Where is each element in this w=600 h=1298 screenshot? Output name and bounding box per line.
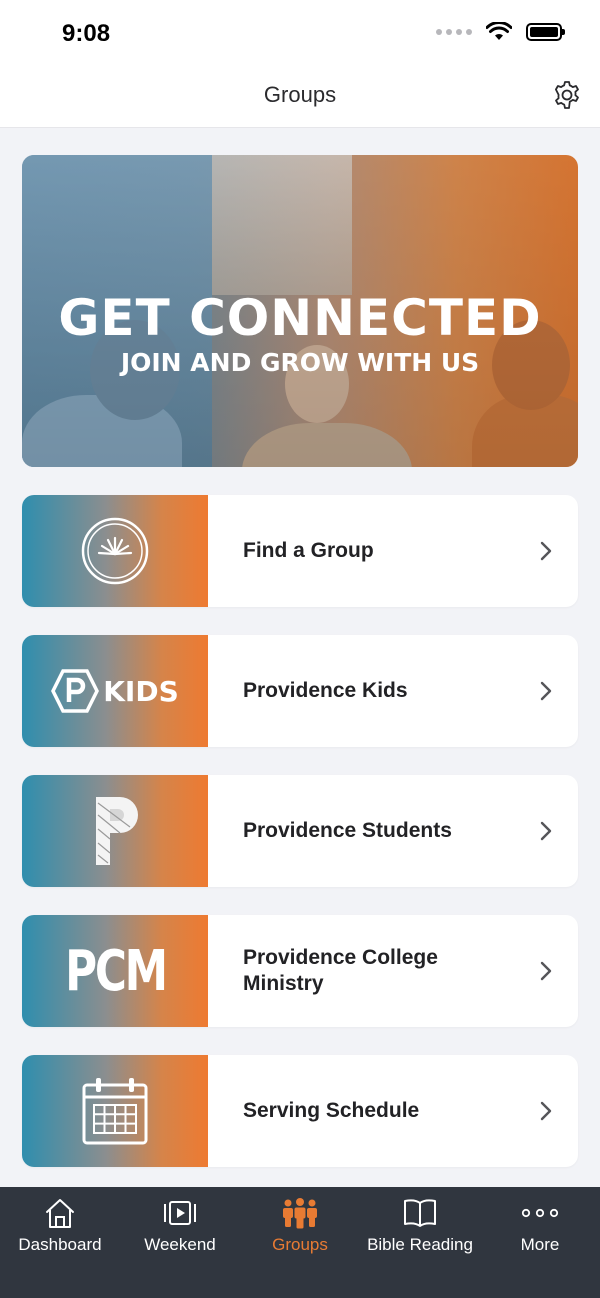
pcm-logo-icon: PCM bbox=[64, 938, 168, 1004]
more-dots-icon bbox=[521, 1208, 559, 1218]
providence-students-card[interactable]: Providence Students bbox=[22, 775, 578, 887]
serving-schedule-thumbnail bbox=[22, 1055, 208, 1167]
tab-label: Weekend bbox=[144, 1235, 216, 1254]
open-book-icon bbox=[404, 1199, 436, 1227]
chevron-right-icon bbox=[540, 541, 552, 561]
p-students-logo-icon bbox=[96, 797, 138, 865]
serving-schedule-card[interactable]: Serving Schedule bbox=[22, 1055, 578, 1167]
tab-more[interactable]: More bbox=[480, 1187, 600, 1298]
find-a-group-card[interactable]: Find a Group bbox=[22, 495, 578, 607]
gear-icon bbox=[555, 81, 579, 109]
card-label: Providence College Ministry bbox=[243, 946, 438, 995]
tab-groups[interactable]: Groups bbox=[240, 1187, 360, 1298]
tab-dashboard[interactable]: Dashboard bbox=[0, 1187, 120, 1298]
wifi-icon bbox=[486, 22, 512, 40]
home-icon bbox=[46, 1199, 74, 1228]
p-kids-logo-icon: KIDS bbox=[51, 668, 179, 714]
page-title: Groups bbox=[263, 82, 337, 107]
card-label: Providence Kids bbox=[243, 679, 408, 702]
chevron-right-icon bbox=[540, 1101, 552, 1121]
tab-label: Groups bbox=[272, 1235, 328, 1254]
providence-college-ministry-thumbnail: PCM bbox=[22, 915, 208, 1027]
tab-bible-reading[interactable]: Bible Reading bbox=[360, 1187, 480, 1298]
get-connected-banner[interactable]: GET CONNECTED JOIN AND GROW WITH US bbox=[22, 155, 578, 467]
chevron-right-icon bbox=[540, 821, 552, 841]
gauge-logo-icon bbox=[81, 517, 149, 585]
banner-title: GET CONNECTED bbox=[58, 289, 542, 347]
p-kids-logo-text: KIDS bbox=[103, 674, 179, 708]
navigation-bar: Groups bbox=[0, 64, 600, 128]
providence-kids-thumbnail: KIDS bbox=[22, 635, 208, 747]
card-label: Find a Group bbox=[243, 539, 374, 562]
chevron-right-icon bbox=[540, 961, 552, 981]
find-a-group-thumbnail bbox=[22, 495, 208, 607]
status-time: 9:08 bbox=[62, 20, 111, 47]
card-label: Providence Students bbox=[243, 819, 452, 842]
chevron-right-icon bbox=[540, 681, 552, 701]
providence-college-ministry-card[interactable]: PCM Providence College Ministry bbox=[22, 915, 578, 1027]
providence-students-thumbnail bbox=[22, 775, 208, 887]
banner-subtitle: JOIN AND GROW WITH US bbox=[120, 348, 480, 377]
tab-bar: Dashboard Weekend Groups Bible Reading M… bbox=[0, 1187, 600, 1298]
card-label: Serving Schedule bbox=[243, 1099, 420, 1122]
video-play-icon bbox=[164, 1201, 196, 1225]
status-icons bbox=[436, 22, 565, 42]
cellular-signal-icon bbox=[436, 29, 472, 35]
tab-label: More bbox=[520, 1235, 560, 1254]
people-icon bbox=[283, 1198, 317, 1229]
status-bar: 9:08 bbox=[0, 0, 600, 64]
tab-label: Dashboard bbox=[18, 1235, 102, 1254]
settings-button[interactable] bbox=[550, 78, 584, 112]
tab-label: Bible Reading bbox=[367, 1235, 473, 1254]
tab-weekend[interactable]: Weekend bbox=[120, 1187, 240, 1298]
calendar-icon bbox=[82, 1078, 148, 1145]
providence-kids-card[interactable]: KIDS Providence Kids bbox=[22, 635, 578, 747]
battery-icon bbox=[526, 23, 565, 41]
